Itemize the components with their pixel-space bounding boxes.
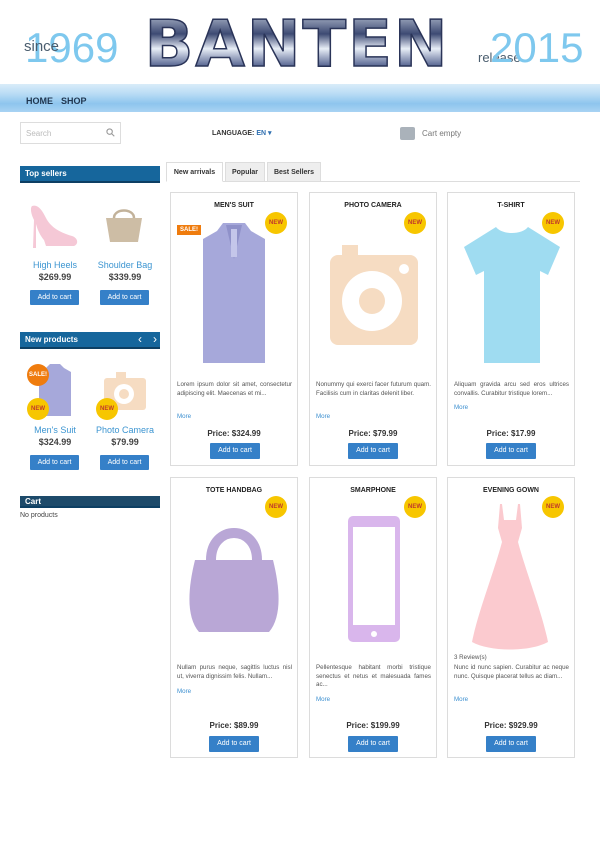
tab-new-arrivals[interactable]: New arrivals (166, 162, 223, 182)
product-price: Price: $89.99 (209, 721, 259, 730)
product-name-link[interactable]: Shoulder Bag (90, 260, 160, 270)
product-card: TOTE HANDBAG NEW Nullam purus neque, sag… (170, 477, 298, 758)
product-card: T-SHIRT NEW Aliquam gravida arcu sed ero… (447, 192, 575, 466)
product-title[interactable]: PHOTO CAMERA (310, 202, 436, 209)
product-price: Price: $199.99 (346, 721, 400, 730)
add-to-cart-button[interactable]: Add to cart (486, 736, 536, 752)
language-selector[interactable]: LANGUAGE: EN ▾ (212, 129, 272, 137)
more-link[interactable]: More (316, 696, 330, 703)
product-price: $269.99 (38, 272, 72, 282)
product-title[interactable]: MEN'S SUIT (171, 202, 297, 209)
search-placeholder: Search (26, 129, 52, 138)
product-price: $339.99 (108, 272, 142, 282)
new-badge: NEW (96, 398, 118, 420)
new-product-item: Men's Suit $324.99 (20, 425, 90, 447)
carousel-prev-icon[interactable]: ‹ (138, 332, 142, 346)
sale-badge: SALE! (27, 364, 49, 386)
product-price: Price: $17.99 (486, 429, 536, 438)
t-shirt-image[interactable] (460, 223, 564, 367)
add-to-cart-button[interactable]: Add to cart (486, 443, 536, 459)
add-to-cart-button[interactable]: Add to cart (100, 290, 149, 305)
product-name-link[interactable]: Men's Suit (20, 425, 90, 435)
cart-icon[interactable] (400, 127, 415, 140)
header-since: since (24, 38, 60, 55)
more-link[interactable]: More (177, 413, 191, 420)
product-description: Nullam purus neque, sagittis luctus nisl… (177, 664, 292, 680)
new-product-item: Photo Camera $79.99 (90, 425, 160, 447)
svg-text:BANTEN: BANTEN (145, 8, 450, 78)
add-to-cart-button[interactable]: Add to cart (348, 736, 398, 752)
product-description: Pellentesque habitant morbi tristique se… (316, 664, 431, 688)
product-reviews[interactable]: 3 Review(s) (454, 654, 569, 663)
top-seller-item: High Heels $269.99 (20, 260, 90, 282)
high-heels-image[interactable] (28, 202, 80, 250)
more-link[interactable]: More (454, 404, 468, 411)
add-to-cart-button[interactable]: Add to cart (30, 290, 79, 305)
search-icon[interactable] (106, 128, 115, 137)
tote-handbag-image[interactable] (185, 522, 283, 634)
product-title[interactable]: T-SHIRT (448, 202, 574, 209)
top-sellers-title: Top sellers (20, 166, 160, 183)
more-link[interactable]: More (316, 413, 330, 420)
add-to-cart-button[interactable]: Add to cart (210, 443, 260, 459)
main-nav: HOME SHOP (0, 84, 600, 112)
nav-home[interactable]: HOME (26, 96, 53, 106)
product-price: Price: $79.99 (348, 429, 398, 438)
new-badge: NEW (404, 496, 426, 518)
product-price: $324.99 (38, 437, 72, 447)
carousel-next-icon[interactable]: › (153, 332, 157, 346)
header-year-end: 2015 (490, 24, 584, 71)
product-title[interactable]: EVENING GOWN (448, 487, 574, 494)
product-price: $79.99 (111, 437, 139, 447)
add-to-cart-button[interactable]: Add to cart (100, 455, 149, 470)
add-to-cart-button[interactable]: Add to cart (348, 443, 398, 459)
product-card: SMARPHONE NEW Pellentesque habitant morb… (309, 477, 437, 758)
more-link[interactable]: More (177, 688, 191, 695)
mens-suit-image[interactable] (201, 219, 267, 367)
product-price: Price: $929.99 (484, 721, 538, 730)
shoulder-bag-image[interactable] (100, 204, 148, 246)
new-badge: NEW (27, 398, 49, 420)
product-name-link[interactable]: High Heels (20, 260, 90, 270)
product-description: Nonummy qui exerci facer futurum quam. F… (316, 381, 431, 397)
language-value[interactable]: EN (256, 130, 266, 137)
nav-shop[interactable]: SHOP (61, 96, 87, 106)
photo-camera-image[interactable] (328, 245, 420, 347)
tab-best-sellers[interactable]: Best Sellers (267, 162, 321, 182)
product-title[interactable]: TOTE HANDBAG (171, 487, 297, 494)
add-to-cart-button[interactable]: Add to cart (30, 455, 79, 470)
smartphone-image[interactable] (346, 514, 402, 644)
add-to-cart-button[interactable]: Add to cart (209, 736, 259, 752)
product-description: Aliquam gravida arcu sed eros ultrices c… (454, 381, 569, 397)
product-description: Nunc id nunc sapien. Curabitur ac neque … (454, 664, 569, 680)
product-name-link[interactable]: Photo Camera (90, 425, 160, 435)
search-input[interactable]: Search (20, 122, 121, 144)
top-seller-item: Shoulder Bag $339.99 (90, 260, 160, 282)
cart-empty-text: No products (20, 512, 58, 519)
product-card: MEN'S SUIT NEW SALE! Lorem ipsum dolor s… (170, 192, 298, 466)
chevron-down-icon[interactable]: ▾ (268, 130, 272, 137)
tab-popular[interactable]: Popular (225, 162, 265, 182)
cart-title: Cart (20, 496, 160, 508)
site-header: 1969 since BANTEN release 2015 (0, 0, 600, 84)
product-title[interactable]: SMARPHONE (310, 487, 436, 494)
product-card: EVENING GOWN NEW 3 Review(s) Nunc id nun… (447, 477, 575, 758)
evening-gown-image[interactable] (470, 502, 550, 654)
more-link[interactable]: More (454, 696, 468, 703)
product-card: PHOTO CAMERA NEW Nonummy qui exerci face… (309, 192, 437, 466)
product-description: Lorem ipsum dolor sit amet, consectetur … (177, 381, 292, 397)
new-badge: NEW (265, 212, 287, 234)
cart-status[interactable]: Cart empty (422, 129, 461, 138)
language-label: LANGUAGE: (212, 130, 255, 137)
sale-tag: SALE! (177, 225, 201, 235)
new-badge: NEW (265, 496, 287, 518)
product-price: Price: $324.99 (207, 429, 261, 438)
brand-logo[interactable]: BANTEN (140, 6, 455, 78)
new-badge: NEW (404, 212, 426, 234)
